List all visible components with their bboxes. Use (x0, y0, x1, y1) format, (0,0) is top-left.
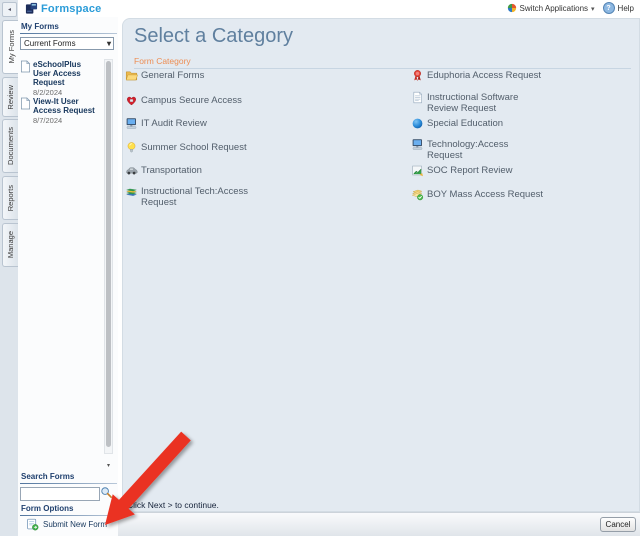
divider (20, 483, 117, 484)
form-list-scrollbar[interactable] (104, 59, 113, 454)
monitor-icon (125, 117, 138, 130)
search-forms-title: Search Forms (21, 472, 74, 481)
form-title: View-It User Access Request (33, 97, 97, 115)
blue-sphere-icon (411, 117, 424, 130)
category-general-forms[interactable]: General Forms (125, 70, 204, 82)
chevron-down-icon (591, 4, 595, 13)
form-title: eSchoolPlus User Access Request (33, 60, 97, 87)
switch-applications-label: Switch Applications (520, 4, 588, 13)
tab-reports[interactable]: Reports (2, 176, 18, 220)
chart-icon (411, 164, 424, 177)
form-options-title: Form Options (21, 504, 73, 513)
submit-new-form-button[interactable]: Submit New Form (26, 518, 107, 531)
form-category-label: Form Category (134, 56, 191, 66)
divider (134, 68, 631, 69)
collapse-sidebar-icon[interactable] (2, 2, 17, 17)
form-list-item[interactable]: eSchoolPlus User Access Request 8/2/2024 (20, 60, 102, 97)
divider (20, 33, 117, 34)
car-icon (125, 164, 138, 177)
award-ribbon-icon (411, 69, 424, 82)
category-boy-mass-access-request[interactable]: BOY Mass Access Request (411, 189, 543, 201)
footer-bar: Cancel (118, 512, 640, 536)
heart-lock-icon (125, 94, 138, 107)
category-special-education[interactable]: Special Education (411, 118, 503, 130)
form-document-icon (20, 60, 31, 97)
category-campus-secure-access[interactable]: Campus Secure Access (125, 95, 242, 107)
help-link[interactable]: Help (603, 2, 634, 14)
category-technology-access-request[interactable]: Technology:Access Request (411, 139, 508, 161)
switch-applications-icon (507, 3, 517, 13)
next-hint-text: Click Next > to continue. (127, 500, 219, 510)
switch-applications-menu[interactable]: Switch Applications (507, 3, 595, 13)
tab-review[interactable]: Review (2, 77, 18, 117)
category-eduphoria-access-request[interactable]: Eduphoria Access Request (411, 70, 541, 82)
module-tabstrip: My Forms Review Documents Reports Manage (0, 0, 18, 536)
form-document-icon (20, 97, 31, 125)
form-date: 8/2/2024 (33, 88, 97, 97)
app-title: Formspace (41, 3, 102, 15)
help-icon (603, 2, 615, 14)
page-title: Select a Category (134, 25, 293, 48)
scroll-down-icon[interactable] (105, 462, 112, 469)
category-instructional-software-review[interactable]: Instructional Software Review Request (411, 92, 518, 114)
submit-form-icon (26, 518, 39, 531)
category-soc-report-review[interactable]: SOC Report Review (411, 165, 513, 177)
chevron-down-icon (107, 39, 111, 48)
document-icon (411, 91, 424, 104)
form-date: 8/7/2024 (33, 116, 97, 125)
tab-my-forms[interactable]: My Forms (2, 20, 19, 74)
folder-check-icon (411, 188, 424, 201)
tab-manage[interactable]: Manage (2, 223, 18, 267)
help-label: Help (618, 4, 634, 13)
app-header: Formspace Switch Applications Help (0, 0, 640, 18)
search-input[interactable] (20, 487, 100, 501)
books-icon (125, 185, 138, 198)
app-logo: Formspace (25, 2, 102, 15)
my-forms-panel-title: My Forms (21, 22, 59, 31)
category-instructional-tech-access[interactable]: Instructional Tech:Access Request (125, 186, 248, 208)
form-list-item[interactable]: View-It User Access Request 8/7/2024 (20, 97, 102, 125)
app-window: Formspace Switch Applications Help (0, 0, 640, 536)
cancel-button[interactable]: Cancel (600, 517, 636, 532)
scrollbar-thumb[interactable] (106, 61, 111, 447)
my-forms-panel: My Forms Current Forms eSchoolPlus User … (18, 17, 118, 536)
category-transportation[interactable]: Transportation (125, 165, 202, 177)
category-panel: Select a Category Form Category General … (122, 18, 640, 512)
divider (20, 515, 117, 516)
formspace-logo-icon (25, 2, 38, 15)
forms-filter-select[interactable]: Current Forms (20, 37, 114, 50)
folder-icon (125, 69, 138, 82)
monitor-icon (411, 138, 424, 151)
category-it-audit-review[interactable]: IT Audit Review (125, 118, 207, 130)
lightbulb-icon (125, 141, 138, 154)
forms-filter-value: Current Forms (24, 39, 76, 48)
search-icon[interactable] (100, 486, 113, 499)
submit-new-form-label: Submit New Form (43, 520, 107, 529)
category-summer-school-request[interactable]: Summer School Request (125, 142, 247, 154)
tab-documents[interactable]: Documents (2, 119, 18, 173)
